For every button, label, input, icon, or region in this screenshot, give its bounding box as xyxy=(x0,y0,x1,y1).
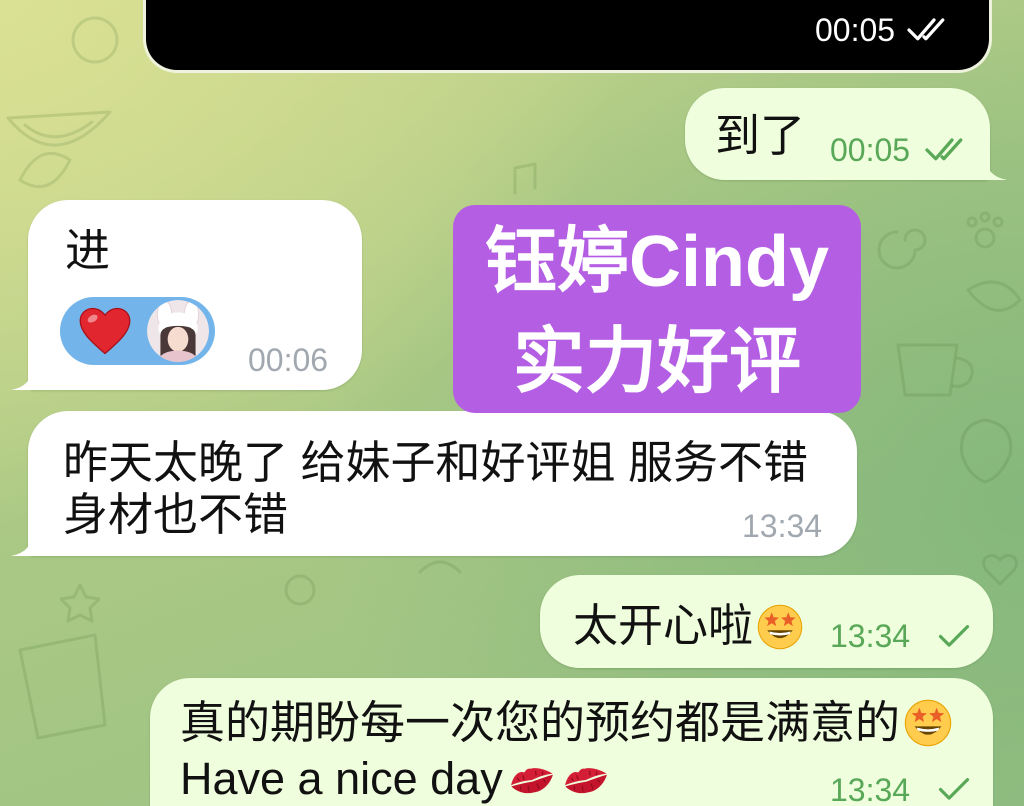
message-time: 00:05 xyxy=(830,132,911,168)
bubble-tail xyxy=(11,364,33,390)
doodle-popcorn xyxy=(18,633,107,740)
red-heart-icon xyxy=(79,307,131,355)
doodle-heart xyxy=(982,554,1018,586)
message-text: 昨天太晚了 给妹子和好评姐 服务不错 身材也不错 xyxy=(63,437,808,541)
chat-area[interactable]: 00:05 到了 00:05 进 00:06 昨天太晚了 给妹子和好评姐 服务不… xyxy=(0,0,1024,806)
doodle-paw xyxy=(966,211,1004,249)
kiss-mark-emoji xyxy=(510,768,553,794)
doodle-arc xyxy=(418,560,462,574)
incoming-message[interactable]: 昨天太晚了 给妹子和好评姐 服务不错 身材也不错 13:34 xyxy=(11,411,857,556)
overlay-label: 钰婷Cindy 实力好评 xyxy=(453,205,861,413)
message-time: 13:34 xyxy=(742,508,823,544)
message-text-content: 真的期盼每一次您的预约都是满意的 xyxy=(180,697,901,748)
doodle-cup xyxy=(896,343,974,397)
doodle-leaf xyxy=(18,151,72,189)
label-line: 实力好评 xyxy=(512,322,801,402)
message-line: 身材也不错 xyxy=(63,489,289,540)
message-time: 13:34 xyxy=(830,618,911,654)
check-icon xyxy=(938,778,970,800)
outgoing-message[interactable]: 到了 00:05 xyxy=(685,88,1007,180)
check-icon xyxy=(938,625,970,647)
message-time: 00:05 xyxy=(815,12,896,48)
doodle-watermelon xyxy=(6,110,112,147)
message-text-content: 太开心啦 xyxy=(573,600,754,651)
avatar[interactable] xyxy=(147,300,209,362)
doodle-star xyxy=(59,583,101,623)
message-time: 13:34 xyxy=(830,772,911,806)
message-time: 00:06 xyxy=(248,342,329,378)
bubble-tail xyxy=(985,154,1007,180)
label-line: 钰婷Cindy xyxy=(484,222,829,302)
media-message[interactable]: 00:05 xyxy=(143,0,992,73)
double-check-icon xyxy=(925,138,963,161)
doodle-strawberry xyxy=(959,418,1013,484)
message-text: 太开心啦 xyxy=(573,600,803,652)
outgoing-message[interactable]: 太开心啦 13:34 xyxy=(540,575,993,668)
reaction-pill[interactable] xyxy=(60,297,215,365)
message-text: 进 xyxy=(65,225,111,276)
doodle-note xyxy=(513,162,537,195)
outgoing-message[interactable]: 真的期盼每一次您的预约都是满意的 Have a nice day 13:34 xyxy=(150,678,993,806)
doodle-dot xyxy=(284,574,316,606)
message-text-content: Have a nice day xyxy=(180,753,503,804)
doodle-leaf-right xyxy=(966,280,1022,312)
doodle-circle xyxy=(71,16,119,64)
double-check-icon xyxy=(907,18,945,41)
star-struck-emoji xyxy=(757,604,803,650)
incoming-message[interactable]: 进 00:06 xyxy=(11,200,362,390)
message-text: 到了 xyxy=(715,110,806,161)
bubble-tail xyxy=(11,530,33,556)
kiss-mark-emoji xyxy=(564,768,607,794)
star-struck-emoji xyxy=(904,699,952,747)
message-line: 昨天太晚了 给妹子和好评姐 服务不错 xyxy=(63,437,809,488)
doodle-spiral xyxy=(877,228,927,270)
message-line: 真的期盼每一次您的预约都是满意的 xyxy=(180,697,952,749)
